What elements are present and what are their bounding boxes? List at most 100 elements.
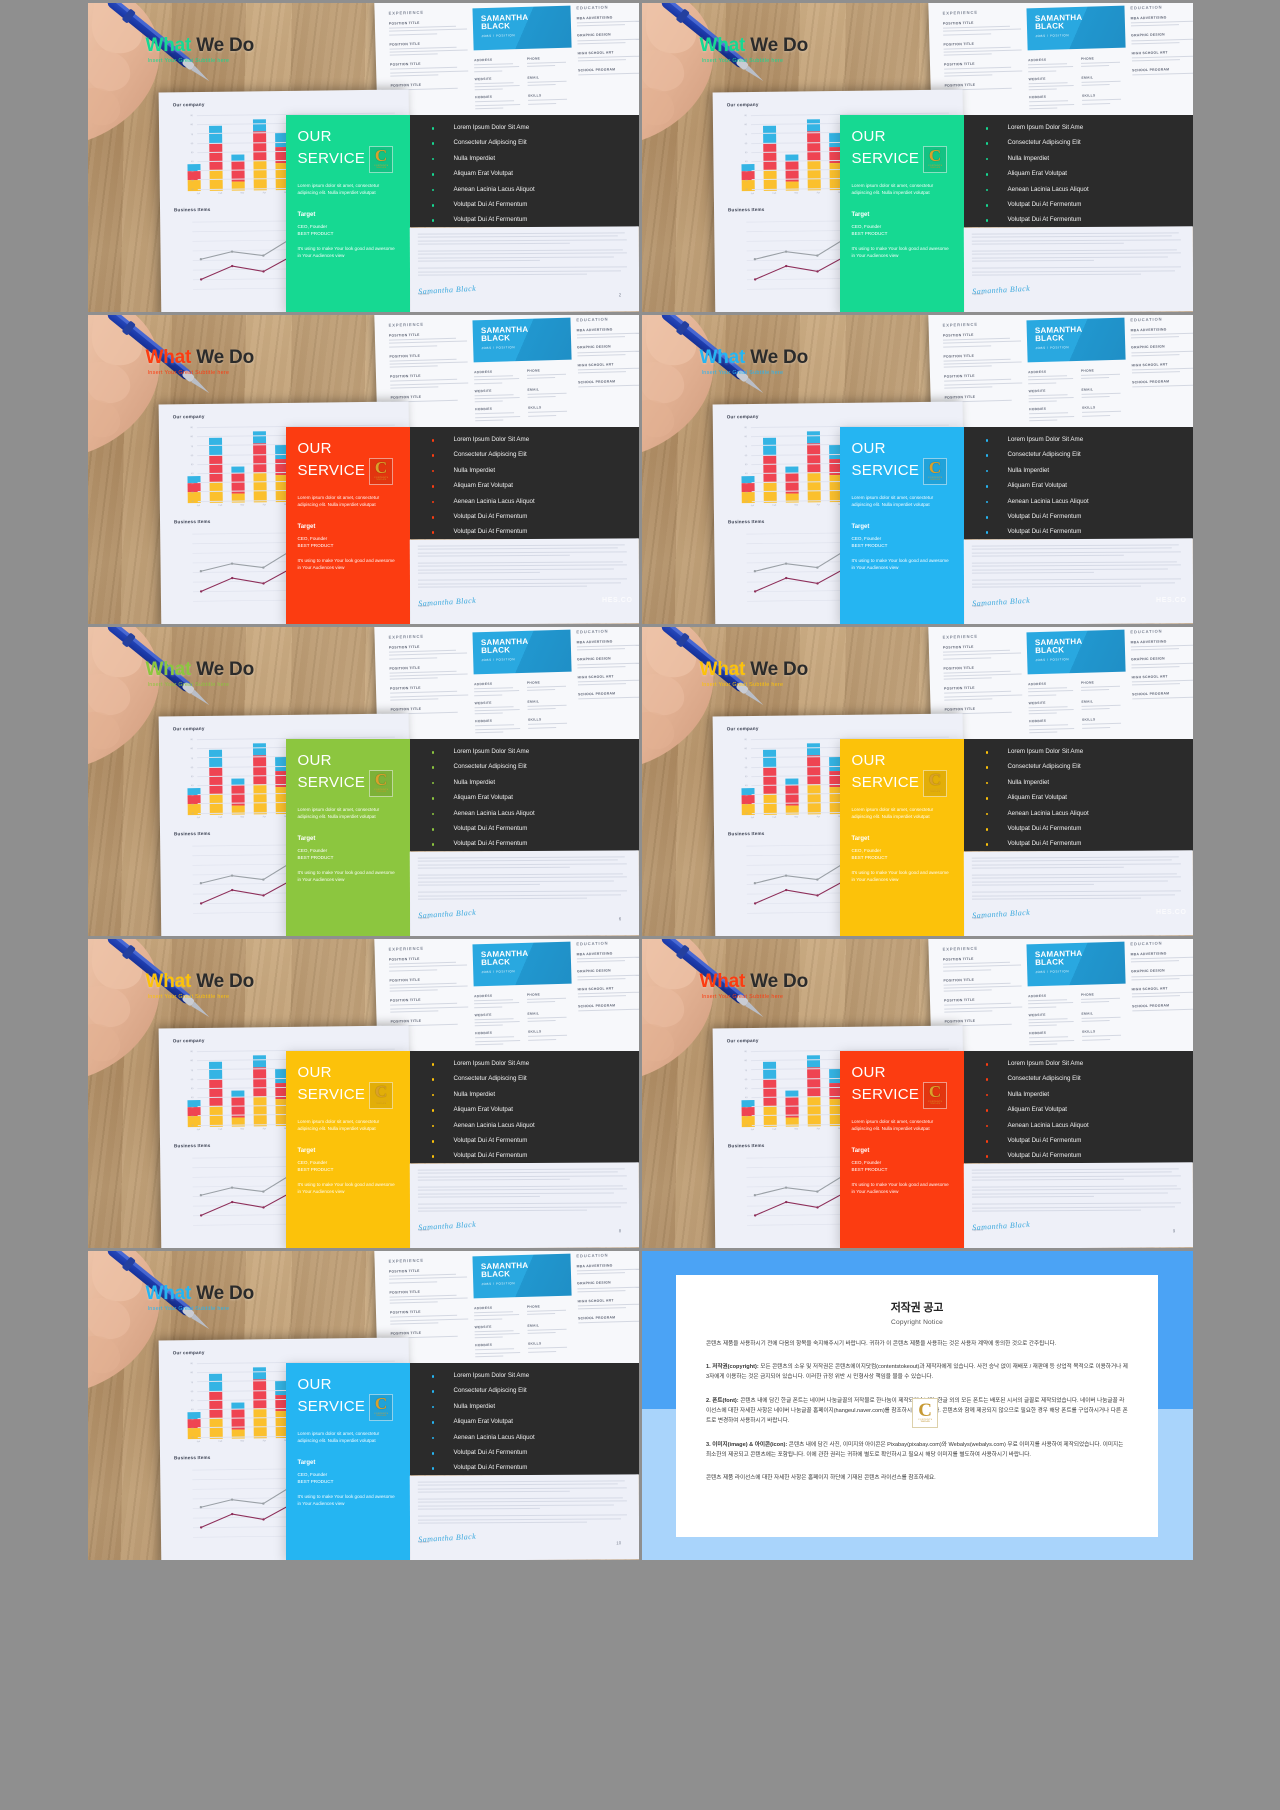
bullet-item: Aenean Lacinia Lacus Aliquot (431, 810, 633, 817)
x-tick-label: Feb (217, 816, 222, 819)
bullet-item: Consectetur Adipiscing Elit (431, 452, 633, 458)
headline-rest: We Do (191, 347, 254, 368)
resume-experience-heading: EXPERIENCE (388, 945, 424, 952)
resume-education-title: SCHOOL PROGRAM (577, 67, 615, 73)
bullet-list-panel: Lorem Ipsum Dolor Sit Ame Consectetur Adi… (409, 115, 639, 227)
slide-thumbnail-3[interactable]: EXPERIENCE POSITION TITLE POSITION TITLE… (87, 315, 639, 624)
slide-thumbnail-5[interactable]: EXPERIENCE POSITION TITLE POSITION TITLE… (87, 627, 639, 936)
resume-position-title: POSITION TITLE (389, 997, 421, 1003)
copyright-footer: 콘텐츠 제품 라이선스에 대한 자세한 사항은 홈페이지 하단에 기재된 콘텐츠… (706, 1475, 936, 1482)
resume-field-label: PHONE (1080, 368, 1094, 373)
x-tick-label: Feb (217, 192, 222, 195)
x-tick-label: Feb (217, 504, 222, 507)
resume-field-label: PHONE (526, 992, 540, 997)
hand-holding-pen-photo (87, 939, 209, 1076)
service-color-panel: OUR SERVICE C CONTENTS TEMPLATE Lorem ip… (839, 739, 964, 936)
bullet-item: Volutpat Dui At Fermentum (431, 1465, 633, 1471)
resume-position-title: POSITION TITLE (944, 706, 975, 712)
x-tick-label: Mar (239, 1440, 244, 1443)
resume-field-label: ADDRESS (1027, 681, 1046, 687)
resume-profile-column: SAMANTHA BLACK JOBS / POSITION ADDRESS P… (472, 1253, 573, 1380)
bullet-item: Volutpat Dui At Fermentum (431, 201, 633, 208)
bullet-item: Nulla Imperdiet (431, 1403, 633, 1410)
hand-holding-pen-photo (87, 1251, 209, 1388)
logo-letter: C (374, 146, 388, 166)
slide-thumbnail-2[interactable]: EXPERIENCE POSITION TITLE POSITION TITLE… (641, 3, 1193, 312)
resume-position-title: POSITION TITLE (388, 332, 420, 338)
bullet-item: Aliquam Erat Volutpat (431, 1106, 633, 1113)
page-number: 6 (618, 916, 621, 922)
resume-education-column: EDUCATION MBA ADVERTISING GRAPHIC DESIGN… (576, 939, 639, 1064)
bullet-item: Aliquam Erat Volutpat (431, 794, 633, 801)
resume-name-card: SAMANTHA BLACK JOBS / POSITION (472, 5, 571, 51)
slide-subheadline: Insert Your Great Subtitle here (147, 58, 230, 64)
contents-template-logo-icon: C CONTENTS TEMPLATE (923, 1081, 948, 1109)
bullet-item: Nulla Imperdiet (985, 467, 1187, 474)
resume-position-title: POSITION TITLE (388, 20, 420, 26)
target-note: It's using to make Your look good and aw… (851, 245, 949, 258)
hand-holding-pen-photo (87, 3, 209, 140)
resume-field-label: ADDRESS (473, 1305, 492, 1311)
slide-thumbnail-1[interactable]: EXPERIENCE POSITION TITLE POSITION TITLE… (87, 3, 639, 312)
resume-profile-column: SAMANTHA BLACK JOBS / POSITION ADDRESS P… (1026, 5, 1127, 132)
resume-education-title: MBA ADVERTISING (1130, 951, 1167, 957)
resume-field-label: PHONE (1080, 56, 1094, 61)
slide-thumbnail-7[interactable]: EXPERIENCE POSITION TITLE POSITION TITLE… (87, 939, 639, 1248)
panel-body-text: Lorem ipsum dolor sit amet, consectetur … (851, 806, 934, 820)
slide-headline: What We Do (146, 35, 255, 57)
panel-title: OUR SERVICE C CONTENTS TEMPLATE (852, 752, 952, 797)
bullet-list-panel: Lorem Ipsum Dolor Sit Ame Consectetur Adi… (963, 1051, 1193, 1163)
bullet-item: Volutpat Dui At Fermentum (431, 529, 633, 535)
slide-thumbnail-9[interactable]: EXPERIENCE POSITION TITLE POSITION TITLE… (87, 1251, 639, 1560)
target-sub: CEO, Founder BEST PRODUCT (852, 847, 952, 862)
resume-experience-heading: EXPERIENCE (388, 1257, 424, 1264)
target-sub-line2: BEST PRODUCT (297, 231, 334, 237)
target-note: It's using to make Your look good and aw… (851, 1181, 949, 1194)
contents-template-logo-icon: C CONTENTS TEMPLATE (369, 1081, 394, 1109)
headline-accent-word: What (699, 347, 746, 368)
hand-holding-pen-photo (641, 627, 763, 764)
copyright-section-1-text: 모든 콘텐츠의 소유 및 저작권은 콘텐츠에이지닷컴(contentstokeo… (706, 1363, 1128, 1381)
logo-sub-2: TEMPLATE (920, 1421, 930, 1424)
resume-last-name: BLACK (1034, 21, 1064, 32)
resume-experience-heading: EXPERIENCE (388, 9, 424, 16)
x-tick-label: Mar (793, 1128, 798, 1131)
x-tick-label: Mar (239, 816, 244, 819)
slide-subheadline: Insert Your Great Subtitle here (701, 682, 784, 688)
bullet-item: Lorem Ipsum Dolor Sit Ame (985, 748, 1187, 755)
logo-letter: C (918, 1400, 933, 1422)
x-tick-label: Feb (217, 1440, 222, 1443)
bullet-item: Volutpat Dui At Fermentum (985, 1153, 1187, 1159)
hand-holding-pen-photo (87, 315, 209, 452)
resume-field-label: EMAIL (526, 387, 539, 392)
resume-education-title: GRAPHIC DESIGN (576, 344, 611, 350)
service-color-panel: OUR SERVICE C CONTENTS TEMPLATE Lorem ip… (285, 1363, 410, 1560)
target-sub: CEO, Founder BEST PRODUCT (298, 535, 398, 550)
resume-education-title: HIGH SCHOOL ART (1131, 674, 1168, 680)
slide-thumbnail-6[interactable]: EXPERIENCE POSITION TITLE POSITION TITLE… (641, 627, 1193, 936)
headline-rest: We Do (191, 1283, 254, 1304)
bullet-item: Lorem Ipsum Dolor Sit Ame (985, 436, 1187, 443)
target-label: Target (297, 523, 316, 530)
panel-body-text: Lorem ipsum dolor sit amet, consectetur … (851, 182, 934, 196)
resume-contact-grid: ADDRESS PHONE WEBSITE EMAIL HOBBIES SKIL… (1028, 56, 1127, 109)
resume-name-card: SAMANTHA BLACK JOBS / POSITION (1026, 629, 1125, 675)
resume-position-title: POSITION TITLE (943, 997, 975, 1003)
copyright-notice-tile[interactable]: 저작권 공고 Copyright Notice 콘텐츠 제품을 사용하시기 전에… (641, 1251, 1193, 1560)
body-text-paper: Samantha Black Signature (409, 538, 639, 624)
bullet-item: Aliquam Erat Volutpat (985, 170, 1187, 177)
watermark-text: HES.CO (1156, 909, 1187, 916)
resume-position-title: POSITION TITLE (942, 353, 974, 359)
resume-field-label: PHONE (1080, 992, 1094, 997)
slide-thumbnail-8[interactable]: EXPERIENCE POSITION TITLE POSITION TITLE… (641, 939, 1193, 1248)
resume-field-label: HOBBIES (474, 406, 492, 412)
panel-title-line2: SERVICE (297, 773, 366, 791)
headline-rest: We Do (191, 971, 254, 992)
resume-education-title: SCHOOL PROGRAM (1131, 1003, 1169, 1009)
resume-name-card: SAMANTHA BLACK JOBS / POSITION (472, 317, 571, 363)
resume-position-title: POSITION TITLE (390, 706, 421, 712)
contents-template-logo-icon: C CONTENTS TEMPLATE (369, 145, 394, 173)
resume-field-label: ADDRESS (1027, 57, 1046, 63)
resume-profile-column: SAMANTHA BLACK JOBS / POSITION ADDRESS P… (1026, 629, 1127, 756)
slide-thumbnail-4[interactable]: EXPERIENCE POSITION TITLE POSITION TITLE… (641, 315, 1193, 624)
